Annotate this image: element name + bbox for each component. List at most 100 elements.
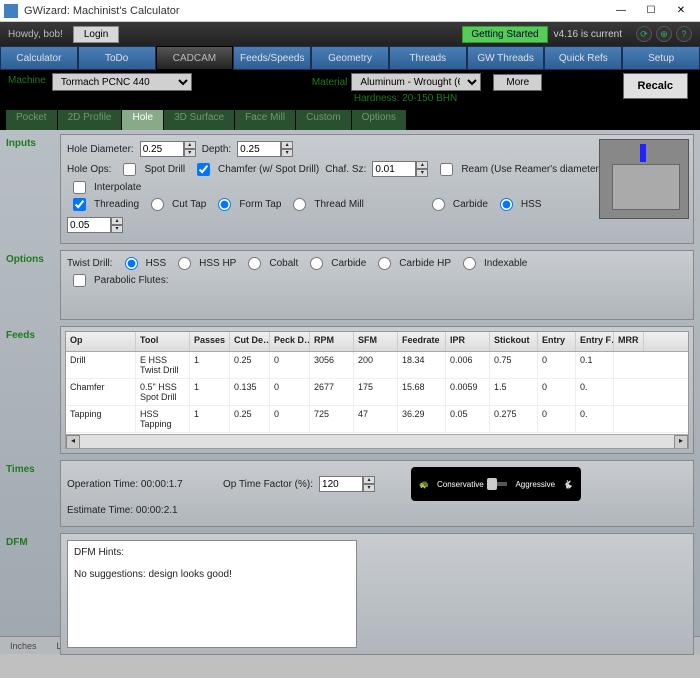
feeds-table: OpToolPassesCut De…Peck D…RPMSFMFeedrate…	[65, 331, 689, 449]
inputs-title: Inputs	[6, 134, 60, 244]
subtab-dsurface[interactable]: 3D Surface	[164, 110, 234, 130]
login-button[interactable]: Login	[73, 26, 119, 43]
col-header[interactable]: Passes	[190, 332, 230, 351]
help-icon[interactable]: ?	[676, 26, 692, 42]
hole-dia-label: Hole Diameter:	[67, 144, 134, 155]
feeds-panel: OpToolPassesCut De…Peck D…RPMSFMFeedrate…	[60, 326, 694, 454]
twist-indexable-radio[interactable]	[463, 257, 476, 270]
threadpitch-input[interactable]	[67, 217, 111, 233]
rabbit-icon: 🐇	[563, 480, 573, 489]
tab-setup[interactable]: Setup	[622, 46, 700, 70]
col-header[interactable]: MRR	[614, 332, 644, 351]
hardness-text: Hardness: 20-150 BHN	[354, 93, 542, 104]
down-icon[interactable]: ▾	[184, 149, 196, 157]
carbide-radio[interactable]	[432, 198, 445, 211]
machine-bar: Machine Tormach PCNC 440 Material Alumin…	[0, 70, 700, 110]
depth-input[interactable]	[237, 141, 281, 157]
parabolic-checkbox[interactable]	[73, 274, 86, 287]
subtab-facemill[interactable]: Face Mill	[235, 110, 295, 130]
col-header[interactable]: Tool	[136, 332, 190, 351]
depth-label: Depth:	[202, 144, 231, 155]
interpolate-checkbox[interactable]	[73, 181, 86, 194]
chafsz-input[interactable]	[372, 161, 416, 177]
tab-feedsspeeds[interactable]: Feeds/Speeds	[233, 46, 311, 70]
col-header[interactable]: SFM	[354, 332, 398, 351]
table-row[interactable]: TappingHSS Tapping10.2507254736.290.050.…	[66, 406, 688, 433]
hss-radio[interactable]	[500, 198, 513, 211]
subtab-hole[interactable]: Hole	[122, 110, 163, 130]
titlebar: GWizard: Machinist's Calculator — ☐ ✕	[0, 0, 700, 22]
sub-tabs: Pocket2D ProfileHole3D SurfaceFace MillC…	[0, 110, 700, 130]
subtab-custom[interactable]: Custom	[296, 110, 350, 130]
close-button[interactable]: ✕	[666, 1, 696, 21]
tab-quickrefs[interactable]: Quick Refs	[544, 46, 622, 70]
getting-started-button[interactable]: Getting Started	[462, 26, 547, 43]
refresh-icon[interactable]: ⟳	[636, 26, 652, 42]
threading-checkbox[interactable]	[73, 198, 86, 211]
tab-calculator[interactable]: Calculator	[0, 46, 78, 70]
user-bar: Howdy, bob! Login Getting Started v4.16 …	[0, 22, 700, 46]
formtap-radio[interactable]	[218, 198, 231, 211]
material-label: Material	[312, 77, 348, 88]
times-title: Times	[6, 460, 60, 527]
subtab-pocket[interactable]: Pocket	[6, 110, 57, 130]
tab-cadcam[interactable]: CADCAM	[156, 46, 234, 70]
greeting: Howdy, bob!	[8, 29, 63, 40]
twist-carbidehp-radio[interactable]	[378, 257, 391, 270]
machine-label: Machine	[8, 75, 46, 86]
scroll-right-icon[interactable]: ▸	[674, 435, 688, 449]
spotdrill-checkbox[interactable]	[123, 163, 136, 176]
main-tabs: CalculatorToDoCADCAMFeeds/SpeedsGeometry…	[0, 46, 700, 70]
scroll-left-icon[interactable]: ◂	[66, 435, 80, 449]
units-status: Inches	[10, 641, 37, 651]
tab-gwthreads[interactable]: GW Threads	[467, 46, 545, 70]
col-header[interactable]: Feedrate	[398, 332, 446, 351]
twist-cobalt-radio[interactable]	[248, 257, 261, 270]
col-header[interactable]: Entry F…	[576, 332, 614, 351]
feeds-title: Feeds	[6, 326, 60, 454]
cuttap-radio[interactable]	[151, 198, 164, 211]
twist-hss-radio[interactable]	[125, 257, 138, 270]
dfm-panel: DFM Hints: No suggestions: design looks …	[60, 533, 694, 655]
options-panel: Twist Drill: HSS HSS HP Cobalt Carbide C…	[60, 250, 694, 320]
material-more-button[interactable]: More	[493, 74, 542, 91]
maximize-button[interactable]: ☐	[636, 1, 666, 21]
material-select[interactable]: Aluminum - Wrought (6061)	[351, 73, 481, 91]
tab-threads[interactable]: Threads	[389, 46, 467, 70]
col-header[interactable]: RPM	[310, 332, 354, 351]
table-row[interactable]: Chamfer0.5" HSS Spot Drill10.13502677175…	[66, 379, 688, 406]
col-header[interactable]: Peck D…	[270, 332, 310, 351]
recalc-button[interactable]: Recalc	[623, 73, 688, 99]
machine-select[interactable]: Tormach PCNC 440	[52, 73, 192, 91]
inputs-panel: Hole Diameter: ▴▾ Depth: ▴▾ Hole Ops: Sp…	[60, 134, 694, 244]
col-header[interactable]: Entry	[538, 332, 576, 351]
tab-todo[interactable]: ToDo	[78, 46, 156, 70]
est-time: Estimate Time: 00:00:2.1	[67, 505, 178, 516]
turtle-icon: 🐢	[419, 480, 429, 489]
twist-hsshp-radio[interactable]	[178, 257, 191, 270]
minimize-button[interactable]: —	[606, 1, 636, 21]
globe-icon[interactable]: ⊕	[656, 26, 672, 42]
times-panel: Operation Time: 00:00:1.7 Op Time Factor…	[60, 460, 694, 527]
app-title: GWizard: Machinist's Calculator	[24, 5, 606, 17]
col-header[interactable]: Op	[66, 332, 136, 351]
col-header[interactable]: Stickout	[490, 332, 538, 351]
aggressiveness-slider[interactable]: 🐢 Conservative Aggressive 🐇	[411, 467, 581, 501]
dfm-title: DFM	[6, 533, 60, 655]
hscrollbar[interactable]: ◂ ▸	[66, 434, 688, 448]
subtab-options[interactable]: Options	[352, 110, 406, 130]
hole-preview	[599, 139, 689, 219]
tab-geometry[interactable]: Geometry	[311, 46, 389, 70]
table-row[interactable]: DrillE HSS Twist Drill10.250305620018.34…	[66, 352, 688, 379]
col-header[interactable]: Cut De…	[230, 332, 270, 351]
hole-dia-input[interactable]	[140, 141, 184, 157]
subtab-dprofile[interactable]: 2D Profile	[58, 110, 122, 130]
col-header[interactable]: IPR	[446, 332, 490, 351]
chamfer-checkbox[interactable]	[197, 163, 210, 176]
threadmill-radio[interactable]	[293, 198, 306, 211]
up-icon[interactable]: ▴	[184, 141, 196, 149]
twist-carbide-radio[interactable]	[310, 257, 323, 270]
factor-input[interactable]	[319, 476, 363, 492]
holeops-label: Hole Ops:	[67, 164, 111, 175]
ream-checkbox[interactable]	[440, 163, 453, 176]
